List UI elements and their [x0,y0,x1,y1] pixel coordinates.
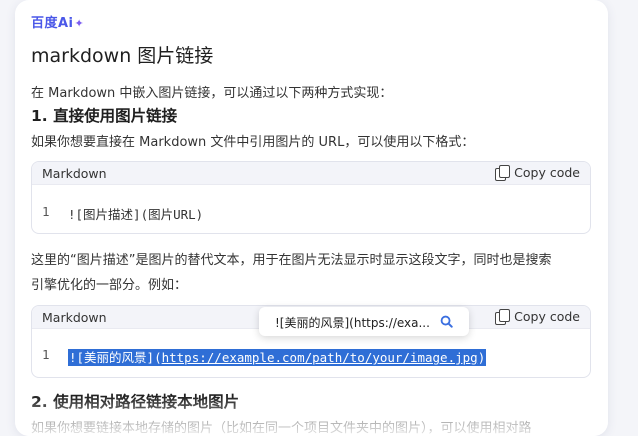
answer-card: 百度Ai✦ markdown 图片链接 在 Markdown 中嵌入图片链接，可… [15,0,608,436]
code-prefix: ![美丽的风景]( [69,350,162,365]
tooltip-text: ![美丽的风景](https://exa... [275,316,430,330]
code-block-1: Markdown Copy code 1 ![图片描述](图片URL) [31,161,591,234]
copy-code-button[interactable]: Copy code [495,309,580,325]
copy-code-button[interactable]: Copy code [495,165,580,181]
code-language-label: Markdown [42,310,107,325]
code-suffix: ) [477,350,486,365]
section1-heading: 1. 直接使用图片链接 [31,107,178,125]
copy-icon [495,309,511,325]
selection-search-tooltip[interactable]: ![美丽的风景](https://exa... [259,307,469,336]
para2-line1: 这里的“图片描述”是图片的替代文本，用于在图片无法显示时显示这段文字，同时也是搜… [31,253,552,268]
selected-code-text[interactable]: ![美丽的风景](https://example.com/path/to/you… [68,347,487,366]
code-text[interactable]: ![图片描述](图片URL) [68,204,203,223]
code-block-header: Markdown Copy code [32,162,590,185]
code-url-link[interactable]: https://example.com/path/to/your/image.j… [162,350,478,365]
baidu-ai-logo: 百度Ai✦ [31,12,84,31]
sparkle-icon: ✦ [74,17,85,30]
code-language-label: Markdown [42,166,107,181]
para2-line2: 引擎优化的一部分。例如： [31,278,188,293]
intro-text: 在 Markdown 中嵌入图片链接，可以通过以下两种方式实现： [31,86,393,101]
page-title: markdown 图片链接 [31,45,214,67]
logo-text: 百度Ai [31,16,74,31]
search-icon[interactable] [440,315,453,328]
copy-code-label: Copy code [514,309,580,324]
copy-code-label: Copy code [514,165,580,180]
section2-heading: 2. 使用相对路径链接本地图片 [31,393,240,411]
section2-desc: 如果你想要链接本地存储的图片（比如在同一个项目文件夹中的图片），可以使用相对路 [31,421,532,436]
section1-desc: 如果你想要直接在 Markdown 文件中引用图片的 URL，可以使用以下格式： [31,135,475,150]
line-number: 1 [42,204,50,219]
copy-icon [495,165,511,181]
line-number: 1 [42,347,50,362]
